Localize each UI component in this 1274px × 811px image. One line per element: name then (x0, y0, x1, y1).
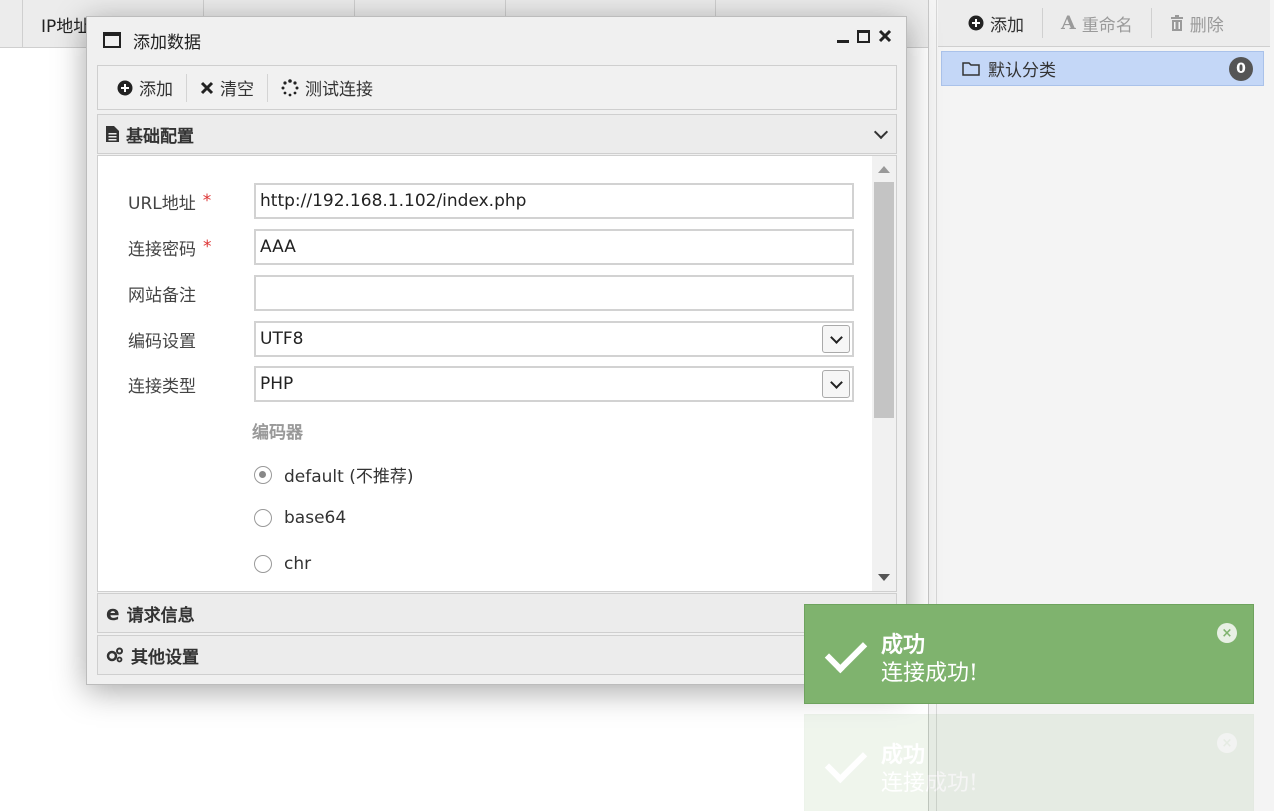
scrollbar-thumb[interactable] (874, 182, 894, 418)
close-icon[interactable]: × (1217, 623, 1237, 643)
radio-button[interactable] (254, 555, 272, 573)
url-input[interactable]: http://192.168.1.102/index.php (254, 183, 854, 219)
minimize-icon[interactable] (837, 39, 849, 43)
password-label: 连接密码 * (128, 237, 212, 260)
encoding-label: 编码设置 (128, 331, 196, 352)
category-count-badge: 0 (1229, 57, 1253, 81)
times-icon (200, 81, 214, 94)
add-category-button[interactable]: 添加 (958, 0, 1034, 47)
check-icon (824, 740, 868, 784)
maximize-icon[interactable] (857, 29, 870, 43)
delete-category-button[interactable]: 删除 (1160, 0, 1234, 47)
radio-button[interactable] (254, 509, 272, 527)
trash-icon (1170, 15, 1183, 31)
fading-toast: 成功 连接成功! × (804, 714, 1254, 811)
toolbar-separator (1150, 8, 1152, 38)
toast-message: 连接成功! (881, 661, 978, 686)
window-controls (837, 29, 892, 43)
plus-circle-icon (117, 80, 133, 95)
form-scrollbar[interactable] (872, 156, 896, 591)
file-text-icon (106, 126, 119, 142)
add-button[interactable]: 添加 (106, 75, 184, 100)
toolbar-separator (267, 73, 268, 102)
folder-icon (962, 62, 980, 76)
chevron-down-icon[interactable] (822, 325, 850, 353)
category-item-default[interactable]: 默认分类 0 (941, 51, 1264, 86)
close-icon[interactable] (878, 29, 892, 43)
dialog-toolbar: 添加 清空 测试连接 (97, 65, 897, 110)
type-select[interactable]: PHP (254, 366, 854, 402)
chevron-down-icon (873, 124, 889, 140)
scroll-down-icon[interactable] (878, 574, 890, 581)
note-label: 网站备注 (128, 285, 196, 306)
encoder-option-base64[interactable]: base64 (254, 508, 346, 528)
category-toolbar: 添加 A 重命名 删除 (938, 0, 1270, 47)
chevron-down-icon[interactable] (822, 370, 850, 398)
encoder-option-chr[interactable]: chr (254, 554, 311, 574)
type-label: 连接类型 (128, 376, 196, 397)
cogs-icon (106, 647, 123, 663)
ie-icon: e (106, 601, 120, 625)
toolbar-separator (1042, 8, 1043, 38)
window-icon (103, 32, 121, 48)
scroll-up-icon[interactable] (878, 166, 890, 173)
url-label: URL地址 * (128, 191, 212, 214)
basic-config-form: URL地址 * http://192.168.1.102/index.php 连接… (97, 155, 897, 592)
section-request-info[interactable]: e 请求信息 (97, 593, 897, 633)
encoding-select[interactable]: UTF8 (254, 321, 854, 357)
success-toast: 成功 连接成功! × (804, 604, 1254, 704)
add-data-dialog: 添加数据 添加 清空 测试连接 基础配置 URL地址 * http://192.… (86, 16, 907, 685)
dialog-titlebar[interactable]: 添加数据 (87, 17, 906, 63)
dialog-title: 添加数据 (133, 32, 201, 53)
spinner-icon (281, 78, 299, 96)
encoder-section-label: 编码器 (252, 423, 303, 443)
section-other-settings[interactable]: 其他设置 (97, 635, 897, 675)
toast-message: 连接成功! (881, 771, 978, 796)
note-input[interactable] (254, 275, 854, 311)
plus-circle-icon (968, 15, 984, 31)
clear-button[interactable]: 清空 (189, 75, 265, 100)
password-input[interactable]: AAA (254, 229, 854, 265)
check-icon (824, 630, 868, 674)
rename-category-button[interactable]: A 重命名 (1051, 0, 1143, 47)
font-a-icon: A (1061, 12, 1076, 34)
section-basic-config[interactable]: 基础配置 (97, 114, 897, 154)
close-icon[interactable]: × (1217, 733, 1237, 753)
encoder-option-default[interactable]: default (不推荐) (254, 462, 413, 487)
radio-button[interactable] (254, 465, 272, 484)
test-connection-button[interactable]: 测试连接 (270, 75, 384, 100)
toolbar-separator (186, 73, 187, 102)
